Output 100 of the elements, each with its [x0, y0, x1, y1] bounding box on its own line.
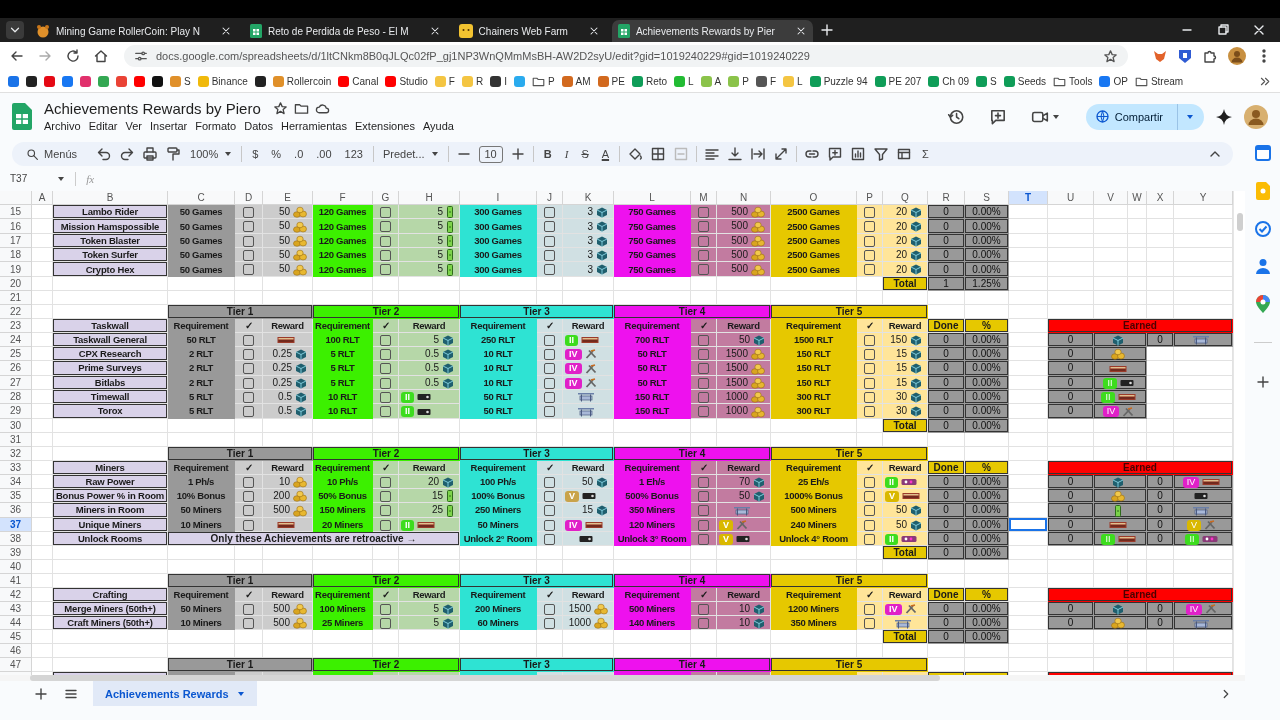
row-header[interactable]: 15	[0, 205, 32, 220]
column-header[interactable]: N	[717, 191, 771, 205]
column-header[interactable]: T	[1009, 191, 1048, 205]
bookmark-label[interactable]: L	[797, 75, 803, 87]
browser-tab[interactable]: Reto de Perdida de Peso - El M	[243, 20, 447, 42]
bookmark[interactable]: AM	[561, 75, 591, 87]
column-header[interactable]: W	[1128, 191, 1147, 205]
menu-item[interactable]: Ayuda	[418, 119, 458, 133]
bookmark[interactable]: Reto	[631, 75, 668, 87]
column-header[interactable]: H	[399, 191, 460, 205]
row-header[interactable]: 44	[0, 616, 32, 631]
row-header[interactable]: 18	[0, 248, 32, 263]
bookmark[interactable]: S	[170, 75, 191, 87]
bookmark[interactable]: Studio	[385, 75, 428, 87]
share-button[interactable]: Compartir	[1085, 103, 1204, 130]
document-title[interactable]: Achievements Rewards by Piero	[44, 100, 261, 117]
column-header[interactable]: U	[1048, 191, 1094, 205]
row-header[interactable]: 26	[0, 361, 32, 376]
column-header[interactable]: E	[263, 191, 313, 205]
menu-item[interactable]: Extensiones	[351, 119, 419, 133]
column-header[interactable]: K	[563, 191, 614, 205]
bookmark[interactable]: R	[461, 75, 484, 87]
row-header[interactable]: 29	[0, 404, 32, 419]
bookmark-label[interactable]: OP	[1113, 75, 1128, 87]
toolbar-button[interactable]: .00	[313, 148, 335, 160]
bookmark-label[interactable]: Puzzle 94	[823, 75, 868, 87]
bold-button[interactable]: B	[540, 148, 555, 160]
toolbar-button[interactable]: $	[249, 148, 262, 160]
bookmark[interactable]: S	[976, 75, 997, 87]
bookmark-label[interactable]: Binance	[211, 75, 248, 87]
strikethrough-button[interactable]: S	[578, 148, 592, 160]
bookmark-label[interactable]: Reto	[645, 75, 668, 87]
bookmark-label[interactable]: Seeds	[1017, 75, 1047, 87]
bookmark-label[interactable]: P	[547, 75, 555, 87]
bookmark[interactable]: P	[728, 75, 749, 87]
row-header[interactable]: 47	[0, 658, 32, 673]
bookmark-label[interactable]: F	[769, 75, 777, 87]
browser-tab[interactable]: Achievements Rewards by Pier	[611, 20, 813, 42]
toolbar-button[interactable]: .0	[291, 148, 307, 160]
bookmark[interactable]: Rollercoin	[272, 75, 332, 87]
row-header[interactable]: 45	[0, 630, 32, 645]
bookmark-label[interactable]: PE	[611, 75, 625, 87]
bookmark-label[interactable]: S	[184, 75, 191, 87]
italic-button[interactable]: I	[561, 148, 572, 160]
bookmark[interactable]: Seeds	[1003, 75, 1047, 87]
menu-item[interactable]: Editar	[84, 119, 122, 133]
column-header[interactable]: P	[857, 191, 883, 205]
bookmark[interactable]: PE	[597, 75, 625, 87]
bookmark[interactable]: Tools	[1053, 74, 1093, 88]
column-header[interactable]: G	[373, 191, 399, 205]
bookmark-label[interactable]: Rollercoin	[286, 75, 332, 87]
bookmark[interactable]: F	[755, 75, 777, 87]
column-header[interactable]: Q	[883, 191, 928, 205]
address-bar[interactable]: docs.google.com/spreadsheets/d/1ltCNkm8B0qJLQc02fP_gj1NP3WnQMmMsBH-AW2D2syU/edit?gid=1019240229#gid=1019240229	[124, 45, 1128, 67]
column-header[interactable]: M	[691, 191, 717, 205]
column-header[interactable]: F	[313, 191, 373, 205]
browser-tab[interactable]: Mining Game RollerCoin: Play N	[30, 20, 238, 42]
bookmark[interactable]: A	[700, 75, 722, 87]
bookmark-label[interactable]: A	[714, 75, 722, 87]
bookmark-label[interactable]: Ch 09	[942, 75, 970, 87]
bookmark[interactable]: L	[674, 75, 694, 87]
bookmark[interactable]: Canal	[338, 75, 379, 87]
column-header[interactable]: L	[614, 191, 691, 205]
bookmark[interactable]: OP	[1099, 75, 1128, 87]
bookmark-label[interactable]: L	[688, 75, 694, 87]
bookmark-label[interactable]: Studio	[399, 75, 428, 87]
bookmark-label[interactable]: PE 207	[888, 75, 922, 87]
bookmark-label[interactable]: P	[742, 75, 749, 87]
font-size-field[interactable]: 10	[478, 145, 503, 163]
sheet-tab[interactable]: Achievements Rewards	[93, 681, 257, 706]
column-header[interactable]: R	[928, 191, 965, 205]
bookmark-label[interactable]: Canal	[352, 75, 379, 87]
column-header[interactable]: C	[168, 191, 235, 205]
menu-item[interactable]: Datos	[240, 119, 277, 133]
column-header[interactable]: O	[771, 191, 857, 205]
column-header[interactable]: X	[1147, 191, 1174, 205]
bookmark-label[interactable]: Tools	[1069, 75, 1093, 87]
text-color-button[interactable]: A	[598, 148, 613, 160]
bookmark[interactable]: PE 207	[874, 75, 922, 87]
toolbar-button[interactable]: %	[268, 148, 285, 160]
toolbar-button[interactable]: 123	[341, 148, 366, 160]
bookmark[interactable]: F	[434, 75, 455, 87]
column-header[interactable]: B	[53, 191, 168, 205]
bookmark[interactable]: Stream	[1134, 74, 1184, 88]
column-header[interactable]: S	[965, 191, 1009, 205]
column-header[interactable]: J	[537, 191, 563, 205]
menu-item[interactable]: Archivo	[44, 119, 85, 133]
menu-item[interactable]: Insertar	[145, 119, 192, 133]
bookmark-label[interactable]: AM	[575, 75, 591, 87]
bookmark[interactable]: Puzzle 94	[809, 75, 868, 87]
column-header[interactable]: I	[460, 191, 537, 205]
bookmark[interactable]: Binance	[197, 75, 248, 87]
column-header[interactable]: A	[32, 191, 53, 205]
column-header[interactable]: V	[1094, 191, 1128, 205]
row-header[interactable]: 19	[0, 262, 32, 277]
bookmark[interactable]: P	[531, 74, 555, 88]
dropdown[interactable]: Predet...	[380, 148, 441, 160]
row-header[interactable]: 36	[0, 503, 32, 518]
name-box[interactable]: T37	[10, 173, 66, 184]
bookmark[interactable]: Ch 09	[928, 75, 970, 87]
